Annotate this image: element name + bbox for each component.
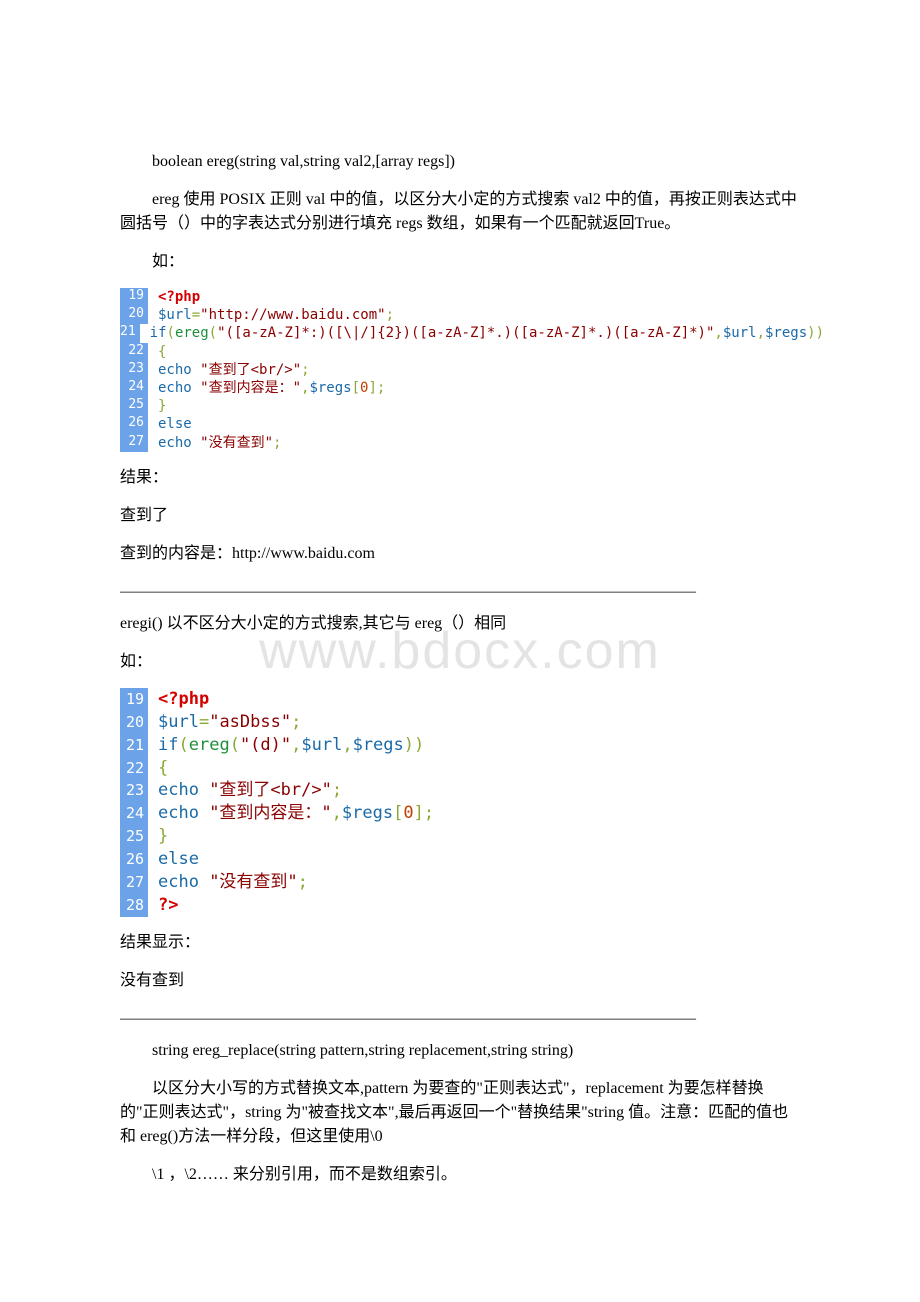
- line-number: 23: [120, 361, 148, 379]
- code-punct: ,: [757, 325, 765, 341]
- code-punct: )): [807, 325, 824, 341]
- code-number: 0: [403, 803, 413, 823]
- code-keyword: echo: [158, 803, 209, 823]
- code-string: "asDbss": [209, 712, 291, 732]
- code-string: "([a-zA-Z]*:)([\|/]{2})([a-zA-Z]*.)([a-z…: [217, 325, 714, 341]
- php-close-tag: ?>: [158, 895, 178, 915]
- line-number: 25: [120, 397, 148, 415]
- paragraph-signature: boolean ereg(string val,string val2,[arr…: [120, 150, 800, 174]
- code-string: "查到内容是：": [209, 803, 331, 823]
- code-punct: [: [352, 380, 360, 396]
- code-keyword: if: [158, 735, 178, 755]
- code-keyword: echo: [158, 435, 200, 451]
- line-number: 20: [120, 711, 148, 734]
- line-number: 26: [120, 848, 148, 871]
- code-block-2: 19<?php 20$url="asDbss"; 21if(ereg("(d)"…: [120, 688, 800, 917]
- line-number: 19: [120, 288, 148, 306]
- code-punct: )): [404, 735, 424, 755]
- code-punct: }: [158, 826, 168, 846]
- code-punct: ;: [332, 780, 342, 800]
- code-punct: ;: [301, 362, 309, 378]
- code-keyword: echo: [158, 872, 209, 892]
- code-keyword: else: [158, 416, 192, 432]
- line-number: 25: [120, 825, 148, 848]
- code-func: ereg: [189, 735, 230, 755]
- code-var: $regs: [765, 325, 807, 341]
- code-func: ereg: [175, 325, 209, 341]
- line-number: 22: [120, 343, 148, 361]
- code-punct: ,: [291, 735, 301, 755]
- code-punct: ;: [273, 435, 281, 451]
- line-number: 21: [120, 734, 148, 757]
- code-punct: ;: [424, 803, 434, 823]
- code-keyword: if: [150, 325, 167, 341]
- php-open-tag: <?php: [158, 689, 209, 709]
- code-punct: ;: [377, 380, 385, 396]
- line-number: 26: [120, 415, 148, 433]
- line-number: 19: [120, 688, 148, 711]
- code-keyword: else: [158, 849, 199, 869]
- paragraph-example-label: 如：: [120, 650, 800, 674]
- php-open-tag: <?php: [158, 289, 200, 305]
- line-number: 24: [120, 379, 148, 397]
- code-punct: {: [158, 758, 168, 778]
- line-number: 27: [120, 871, 148, 894]
- line-number: 20: [120, 306, 148, 324]
- paragraph-result-label: 结果：: [120, 466, 800, 490]
- code-string: "没有查到": [200, 435, 273, 451]
- code-punct: ;: [386, 307, 394, 323]
- paragraph-desc: 以区分大小写的方式替换文本,pattern 为要查的"正则表达式"，replac…: [120, 1077, 800, 1149]
- code-punct: ;: [291, 712, 301, 732]
- code-punct: =: [199, 712, 209, 732]
- paragraph-signature: string ereg_replace(string pattern,strin…: [120, 1039, 800, 1063]
- code-var: $regs: [309, 380, 351, 396]
- code-var: $url: [158, 307, 192, 323]
- line-number: 24: [120, 802, 148, 825]
- code-string: "没有查到": [209, 872, 297, 892]
- code-punct: (: [230, 735, 240, 755]
- code-punct: (: [209, 325, 217, 341]
- code-var: $url: [158, 712, 199, 732]
- code-string: "http://www.baidu.com": [200, 307, 385, 323]
- code-var: $url: [301, 735, 342, 755]
- divider-line: ――――――――――――――――――――――――――――――――――――: [120, 580, 800, 604]
- line-number: 23: [120, 779, 148, 802]
- code-punct: =: [192, 307, 200, 323]
- paragraph-result: 查到了: [120, 504, 800, 528]
- paragraph-eregi: eregi() 以不区分大小定的方式搜索,其它与 ereg（）相同: [120, 612, 800, 636]
- code-punct: ,: [714, 325, 722, 341]
- divider-line: ――――――――――――――――――――――――――――――――――――: [120, 1007, 800, 1031]
- code-punct: ,: [342, 735, 352, 755]
- code-keyword: echo: [158, 362, 200, 378]
- code-punct: ]: [414, 803, 424, 823]
- code-punct: ;: [298, 872, 308, 892]
- line-number: 22: [120, 757, 148, 780]
- line-number: 21: [120, 324, 140, 342]
- code-keyword: echo: [158, 780, 209, 800]
- paragraph-result-label: 结果显示：: [120, 931, 800, 955]
- code-punct: (: [167, 325, 175, 341]
- code-block-1: 19<?php 20$url="http://www.baidu.com"; 2…: [120, 288, 800, 452]
- code-string: "(d)": [240, 735, 291, 755]
- code-string: "查到内容是：": [200, 380, 301, 396]
- code-var: $url: [723, 325, 757, 341]
- paragraph-result: 查到的内容是：http://www.baidu.com: [120, 542, 800, 566]
- code-var: $regs: [342, 803, 393, 823]
- paragraph-result: 没有查到: [120, 969, 800, 993]
- code-punct: {: [158, 344, 166, 360]
- line-number: 27: [120, 434, 148, 452]
- line-number: 28: [120, 894, 148, 917]
- code-string: "查到了<br/>": [209, 780, 332, 800]
- code-punct: ]: [368, 380, 376, 396]
- code-keyword: echo: [158, 380, 200, 396]
- code-punct: ,: [332, 803, 342, 823]
- paragraph-desc: \1 ，\2…… 来分别引用，而不是数组索引。: [120, 1163, 800, 1187]
- code-punct: (: [178, 735, 188, 755]
- paragraph-desc: ereg 使用 POSIX 正则 val 中的值，以区分大小定的方式搜索 val…: [120, 188, 800, 236]
- code-var: $regs: [353, 735, 404, 755]
- paragraph-example-label: 如：: [120, 250, 800, 274]
- code-punct: }: [158, 398, 166, 414]
- code-string: "查到了<br/>": [200, 362, 301, 378]
- code-punct: [: [393, 803, 403, 823]
